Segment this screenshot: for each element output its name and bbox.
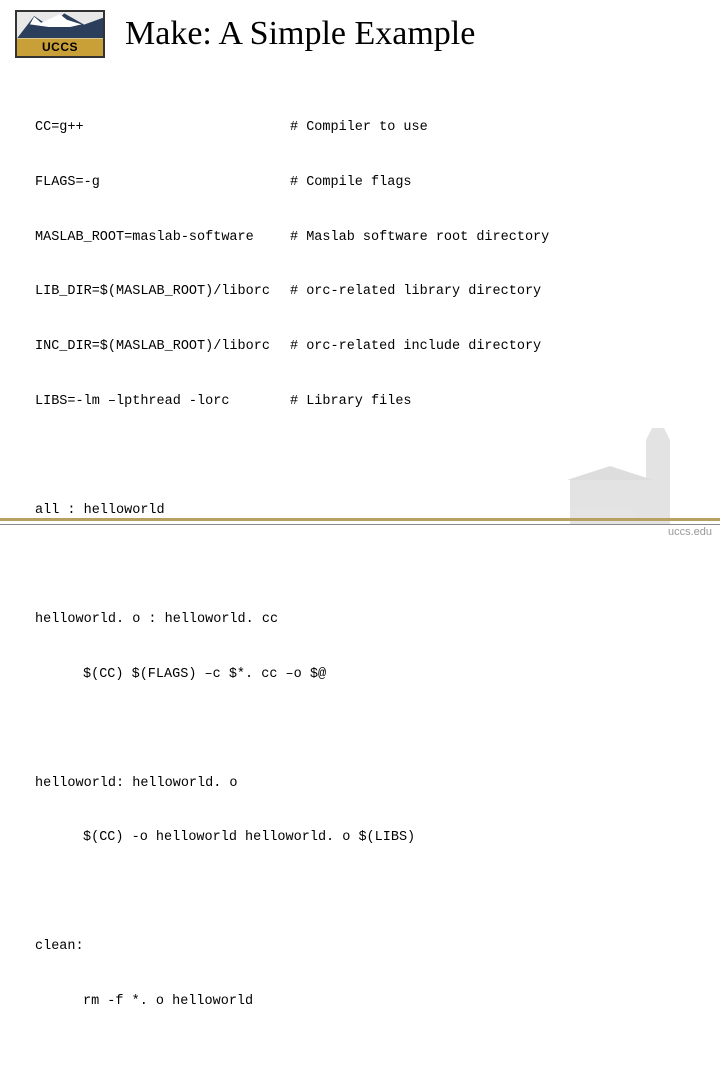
rule-cmd: $(CC) -o helloworld helloworld. o $(LIBS…: [35, 829, 685, 847]
var-comment: # Library files: [290, 393, 412, 411]
var-line: INC_DIR=$(MASLAB_ROOT)/liborc# orc-relat…: [35, 338, 685, 356]
var-def: LIB_DIR=$(MASLAB_ROOT)/liborc: [35, 283, 290, 301]
var-line: MASLAB_ROOT=maslab-software# Maslab soft…: [35, 229, 685, 247]
var-def: FLAGS=-g: [35, 174, 290, 192]
rule-line: clean:: [35, 938, 685, 956]
logo-text: UCCS: [17, 40, 103, 54]
rule-line: helloworld: helloworld. o: [35, 775, 685, 793]
variable-definitions: CC=g++# Compiler to use FLAGS=-g# Compil…: [35, 83, 685, 447]
var-def: MASLAB_ROOT=maslab-software: [35, 229, 290, 247]
var-line: FLAGS=-g# Compile flags: [35, 174, 685, 192]
slide-content: CC=g++# Compiler to use FLAGS=-g# Compil…: [0, 63, 720, 1076]
uccs-logo: UCCS: [15, 10, 105, 58]
var-comment: # orc-related include directory: [290, 338, 541, 356]
slide-title: Make: A Simple Example: [125, 15, 475, 53]
rule-line: helloworld. o : helloworld. cc: [35, 611, 685, 629]
var-line: CC=g++# Compiler to use: [35, 119, 685, 137]
var-line: LIB_DIR=$(MASLAB_ROOT)/liborc# orc-relat…: [35, 283, 685, 301]
footer-url: uccs.edu: [668, 526, 712, 538]
target-clean: clean: rm -f *. o helloworld: [35, 902, 685, 1048]
slide-footer: uccs.edu: [0, 518, 720, 540]
rule-cmd: $(CC) $(FLAGS) –c $*. cc –o $@: [35, 666, 685, 684]
slide-header: UCCS Make: A Simple Example: [0, 0, 720, 63]
building-watermark-icon: [570, 435, 690, 525]
var-comment: # Maslab software root directory: [290, 229, 549, 247]
target-object: helloworld. o : helloworld. cc $(CC) $(F…: [35, 574, 685, 720]
var-def: CC=g++: [35, 119, 290, 137]
roof-icon: [567, 466, 653, 480]
target-exe: helloworld: helloworld. o $(CC) -o hello…: [35, 738, 685, 884]
var-def: INC_DIR=$(MASLAB_ROOT)/liborc: [35, 338, 290, 356]
var-comment: # Compiler to use: [290, 119, 428, 137]
var-comment: # orc-related library directory: [290, 283, 541, 301]
var-line: LIBS=-lm –lpthread -lorc# Library files: [35, 393, 685, 411]
var-def: LIBS=-lm –lpthread -lorc: [35, 393, 290, 411]
rule-cmd: rm -f *. o helloworld: [35, 993, 685, 1011]
var-comment: # Compile flags: [290, 174, 412, 192]
